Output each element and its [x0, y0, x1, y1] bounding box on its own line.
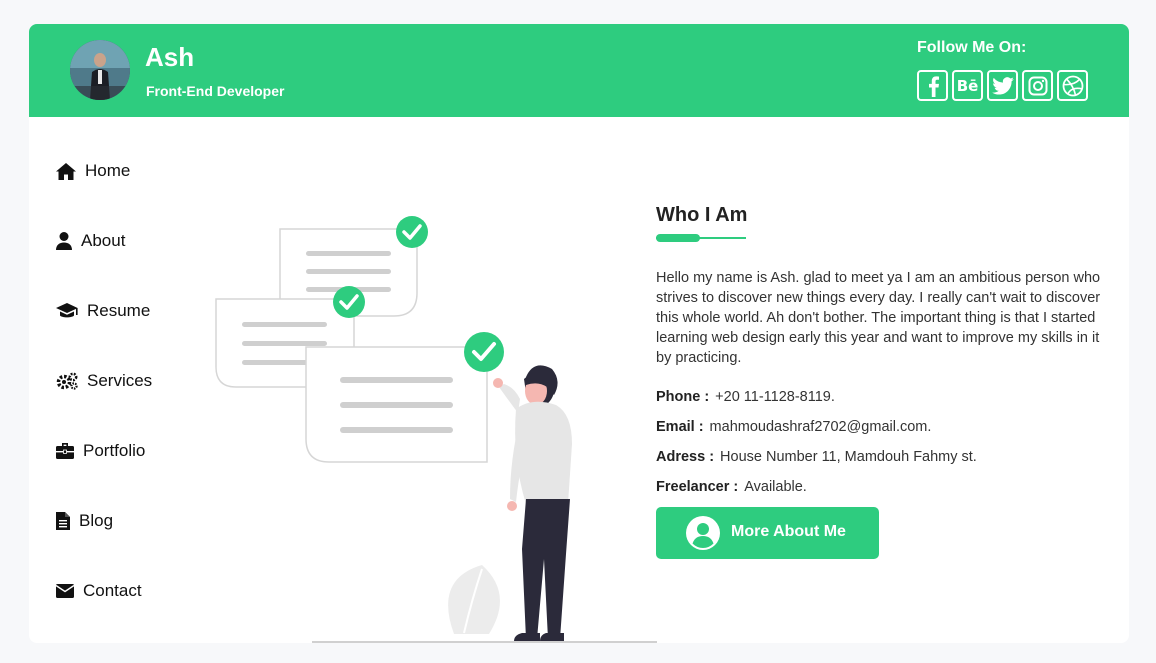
facebook-icon	[928, 75, 939, 97]
freelancer-value: Available.	[744, 479, 807, 495]
nav-label-about: About	[81, 231, 126, 250]
user-icon	[56, 232, 72, 250]
file-icon	[56, 512, 70, 530]
header: Ash Front-End Developer Follow Me On: Bē	[29, 24, 1129, 117]
phone-label: Phone :	[656, 389, 710, 405]
info-phone: Phone : +20 11-1128-8119.	[656, 389, 835, 405]
nav-item-resume[interactable]: Resume	[56, 301, 150, 321]
nav-label-contact: Contact	[83, 581, 142, 600]
checklist-illustration	[215, 216, 657, 643]
more-about-me-button[interactable]: More About Me	[656, 507, 879, 559]
home-icon	[56, 162, 76, 180]
profile-name: Ash	[145, 42, 195, 72]
nav-label-services: Services	[87, 371, 153, 390]
nav-label-portfolio: Portfolio	[83, 441, 146, 460]
user-circle-icon	[686, 516, 720, 550]
address-label: Adress :	[656, 449, 715, 465]
info-address: Adress : House Number 11, Mamdouh Fahmy s…	[656, 449, 977, 465]
profile-role: Front-End Developer	[146, 83, 285, 99]
address-value: House Number 11, Mamdouh Fahmy st.	[720, 449, 977, 465]
dribbble-icon	[1062, 75, 1083, 96]
nav-item-home[interactable]: Home	[56, 161, 130, 181]
freelancer-label: Freelancer :	[656, 479, 739, 495]
twitter-link[interactable]	[987, 70, 1018, 101]
avatar	[70, 40, 130, 100]
twitter-icon	[991, 76, 1014, 95]
nav-item-contact[interactable]: Contact	[56, 581, 142, 601]
email-value: mahmoudashraf2702@gmail.com.	[709, 419, 932, 435]
social-links: Bē	[917, 70, 1088, 101]
more-about-me-label: More About Me	[731, 523, 846, 540]
nav-item-about[interactable]: About	[56, 231, 125, 251]
instagram-icon	[1028, 76, 1047, 95]
behance-icon: Bē	[956, 76, 979, 95]
envelope-icon	[56, 584, 74, 598]
graduation-cap-icon	[56, 303, 78, 318]
behance-link[interactable]: Bē	[952, 70, 983, 101]
email-label: Email :	[656, 419, 704, 435]
title-underline-accent	[656, 234, 700, 242]
briefcase-icon	[56, 443, 74, 459]
phone-value: +20 11-1128-8119.	[715, 389, 835, 405]
nav-label-resume: Resume	[87, 301, 151, 320]
profile-card: Ash Front-End Developer Follow Me On: Bē	[29, 24, 1129, 643]
nav-label-home: Home	[85, 161, 131, 180]
follow-title: Follow Me On:	[917, 39, 1027, 56]
facebook-link[interactable]	[917, 70, 948, 101]
bio-text: Hello my name is Ash. glad to meet ya I …	[656, 270, 1101, 366]
info-email: Email : mahmoudashraf2702@gmail.com.	[656, 419, 931, 435]
nav-label-blog: Blog	[79, 511, 114, 530]
gears-icon	[56, 372, 78, 390]
nav-item-services[interactable]: Services	[56, 371, 152, 391]
dribbble-link[interactable]	[1057, 70, 1088, 101]
nav-item-portfolio[interactable]: Portfolio	[56, 441, 145, 461]
info-freelancer: Freelancer : Available.	[656, 479, 807, 495]
section-title: Who I Am	[656, 204, 748, 226]
instagram-link[interactable]	[1022, 70, 1053, 101]
nav-item-blog[interactable]: Blog	[56, 511, 113, 531]
